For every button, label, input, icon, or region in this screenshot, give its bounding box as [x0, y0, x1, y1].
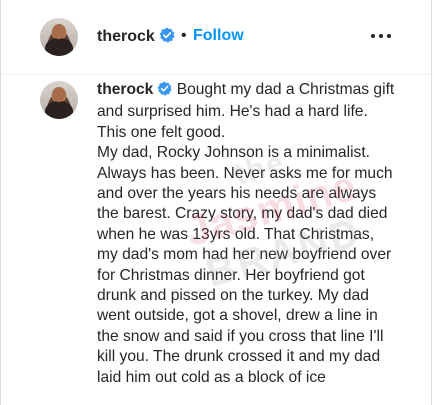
caption-text: Bought my dad a Christmas gift and surpr… [97, 81, 395, 386]
username-link[interactable]: therock [97, 28, 155, 45]
more-options-icon[interactable] [370, 34, 392, 40]
separator-dot: • [181, 27, 187, 44]
verified-badge-icon [157, 81, 172, 102]
post-header: therock • Follow [1, 0, 433, 75]
avatar-head [52, 24, 66, 40]
caption-username-link[interactable]: therock [97, 81, 153, 98]
avatar-body [44, 37, 74, 56]
verified-badge-icon [159, 27, 175, 48]
post-panel: therock • Follow therock Bought my dad a… [0, 0, 433, 405]
follow-button[interactable]: Follow [193, 27, 244, 45]
avatar-head [52, 87, 66, 103]
avatar-body [44, 100, 74, 119]
post-caption: therock Bought my dad a Christmas gift a… [97, 80, 397, 388]
avatar[interactable] [40, 18, 78, 56]
caption-avatar[interactable] [40, 81, 78, 119]
header-user: therock [97, 27, 175, 48]
